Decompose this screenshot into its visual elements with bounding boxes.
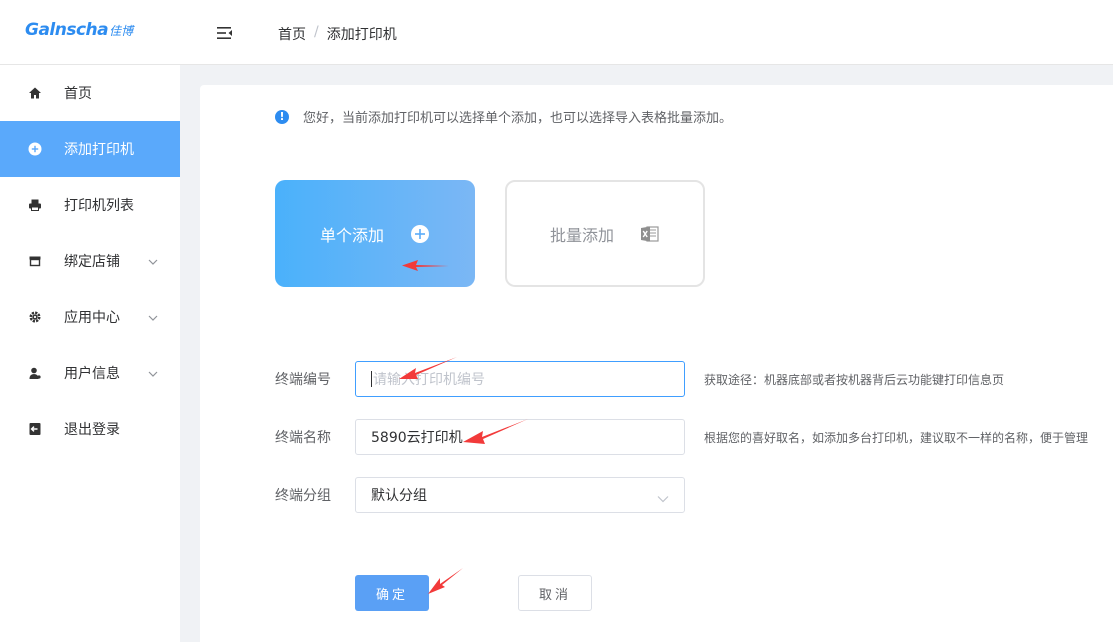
terminal-group-label: 终端分组 [275, 488, 331, 504]
terminal-name-label: 终端名称 [275, 430, 331, 446]
sidebar-item-printer-list[interactable]: 打印机列表 [0, 177, 180, 233]
batch-add-label: 批量添加 [549, 225, 614, 245]
sidebar: 首页 添加打印机 打印机列表 绑定店铺 应用中心 用户信息 退出登录 [0, 65, 180, 642]
printer-icon [28, 198, 42, 212]
sidebar-item-label: 首页 [64, 86, 92, 102]
breadcrumb: 首页 / 添加打印机 [278, 24, 397, 44]
sidebar-item-label: 用户信息 [64, 366, 120, 382]
sidebar-item-label: 添加打印机 [64, 142, 134, 158]
breadcrumb-separator: / [314, 24, 319, 40]
store-icon [28, 254, 42, 268]
sidebar-item-app-center[interactable]: 应用中心 [0, 289, 180, 345]
sidebar-item-add-printer[interactable]: 添加打印机 [0, 121, 180, 177]
single-add-label: 单个添加 [319, 225, 384, 245]
terminal-id-hint: 获取途径：机器底部或者按机器背后云功能键打印信息页 [704, 372, 1005, 387]
plus-circle-icon [410, 224, 430, 244]
terminal-name-hint: 根据您的喜好取名，如添加多台打印机，建议取不一样的名称，便于管理 [704, 430, 1089, 445]
terminal-name-row: 终端名称 5890云打印机 根据您的喜好取名，如添加多台打印机，建议取不一样的名… [275, 419, 1088, 455]
terminal-id-input[interactable]: 请输入打印机编号 [355, 361, 685, 397]
plus-circle-icon [28, 142, 42, 156]
single-add-card[interactable]: 单个添加 [275, 180, 475, 287]
chevron-down-icon [148, 311, 158, 321]
terminal-id-placeholder: 请输入打印机编号 [373, 372, 485, 388]
logo-brand: Galnscha [25, 20, 109, 40]
sidebar-item-bind-store[interactable]: 绑定店铺 [0, 233, 180, 289]
home-icon [28, 86, 42, 100]
terminal-group-row: 终端分组 默认分组 [275, 477, 685, 513]
sidebar-item-label: 绑定店铺 [64, 254, 120, 270]
terminal-id-row: 终端编号 请输入打印机编号 获取途径：机器底部或者按机器背后云功能键打印信息页 [275, 361, 1004, 397]
cancel-button[interactable]: 取消 [518, 575, 592, 611]
confirm-button[interactable]: 确定 [355, 575, 429, 611]
sidebar-item-logout[interactable]: 退出登录 [0, 401, 180, 457]
sidebar-item-user-info[interactable]: 用户信息 [0, 345, 180, 401]
terminal-group-value: 默认分组 [371, 488, 427, 504]
excel-icon [640, 224, 660, 244]
terminal-group-select[interactable]: 默认分组 [355, 477, 685, 513]
logout-icon [28, 422, 42, 436]
breadcrumb-current: 添加打印机 [326, 27, 397, 43]
chevron-down-icon [148, 255, 158, 265]
batch-add-card[interactable]: 批量添加 [505, 180, 705, 287]
sidebar-item-label: 应用中心 [64, 310, 120, 326]
terminal-name-value: 5890云打印机 [371, 430, 463, 446]
chevron-down-icon [657, 491, 669, 503]
text-caret [371, 371, 372, 387]
menu-collapse-icon[interactable] [216, 25, 234, 41]
gear-icon [28, 310, 42, 324]
breadcrumb-home[interactable]: 首页 [278, 24, 306, 44]
terminal-id-label: 终端编号 [275, 372, 331, 388]
info-icon: ! [275, 109, 289, 124]
chevron-down-icon [148, 367, 158, 377]
sidebar-item-label: 退出登录 [64, 422, 120, 438]
sidebar-item-home[interactable]: 首页 [0, 65, 180, 121]
logo-brand-cn: 佳博 [109, 24, 134, 38]
main-content: ! 您好，当前添加打印机可以选择单个添加，也可以选择导入表格批量添加。 单个添加… [200, 85, 1113, 642]
terminal-name-input[interactable]: 5890云打印机 [355, 419, 685, 455]
notice-bar: ! 您好，当前添加打印机可以选择单个添加，也可以选择导入表格批量添加。 [275, 107, 732, 126]
top-header: Galnscha 佳博 首页 / 添加打印机 [0, 0, 1113, 65]
user-icon [28, 366, 42, 380]
logo: Galnscha 佳博 [25, 20, 133, 48]
notice-text: 您好，当前添加打印机可以选择单个添加，也可以选择导入表格批量添加。 [303, 111, 733, 126]
sidebar-item-label: 打印机列表 [64, 198, 134, 214]
